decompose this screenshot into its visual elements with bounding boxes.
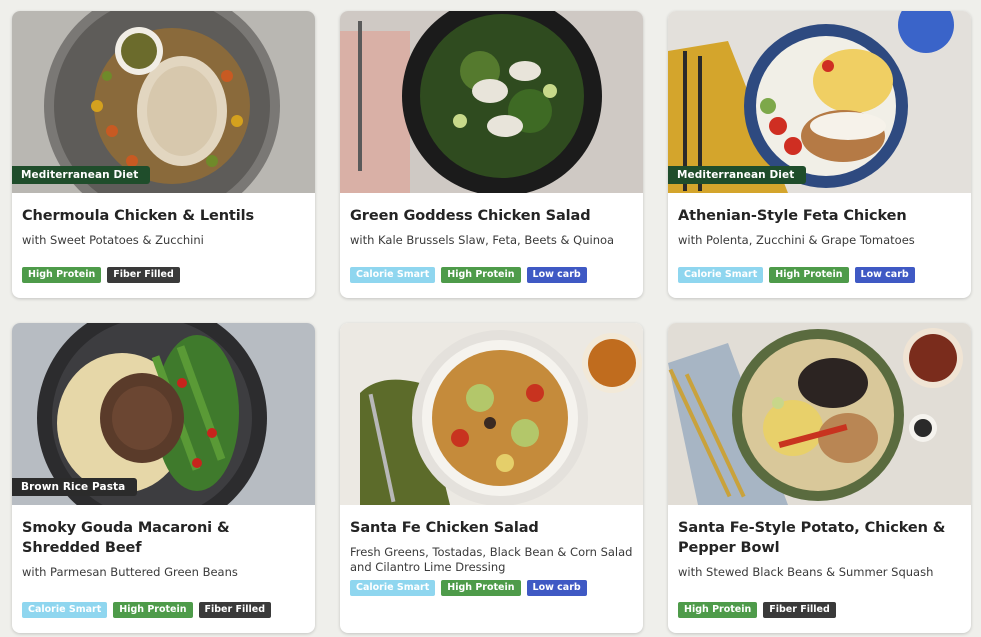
meal-photo[interactable]: Mediterranean Diet: [668, 11, 971, 193]
meal-grid: Mediterranean Diet Chermoula Chicken & L…: [12, 11, 971, 633]
badge-calorie-smart: Calorie Smart: [678, 267, 764, 283]
badge-high-protein: High Protein: [113, 602, 193, 618]
badge-list: Calorie Smart High Protein Low carb: [678, 267, 915, 283]
meal-photo[interactable]: [668, 323, 971, 505]
meal-subtitle: with Polenta, Zucchini & Grape Tomatoes: [678, 233, 915, 247]
meal-photo[interactable]: [340, 323, 643, 505]
meal-title[interactable]: Athenian-Style Feta Chicken: [678, 206, 961, 226]
badge-list: Calorie Smart High Protein Low carb: [350, 580, 587, 596]
badge-high-protein: High Protein: [441, 267, 521, 283]
meal-title[interactable]: Smoky Gouda Macaroni & Shredded Beef: [22, 518, 305, 558]
meal-title[interactable]: Green Goddess Chicken Salad: [350, 206, 633, 226]
meal-subtitle: with Kale Brussels Slaw, Feta, Beets & Q…: [350, 233, 615, 247]
badge-high-protein: High Protein: [22, 267, 102, 283]
meal-card-green-goddess-salad[interactable]: Green Goddess Chicken Salad with Kale Br…: [340, 11, 643, 298]
meal-card-chermoula-chicken[interactable]: Mediterranean Diet Chermoula Chicken & L…: [12, 11, 315, 298]
badge-fiber-filled: Fiber Filled: [198, 602, 271, 618]
diet-tag: Mediterranean Diet: [12, 166, 151, 184]
badge-low-carb: Low carb: [526, 267, 587, 283]
meal-title[interactable]: Santa Fe-Style Potato, Chicken & Pepper …: [678, 518, 961, 558]
badge-list: Calorie Smart High Protein Fiber Filled: [22, 602, 271, 618]
badge-calorie-smart: Calorie Smart: [350, 267, 436, 283]
meal-subtitle: Fresh Greens, Tostadas, Black Bean & Cor…: [350, 545, 633, 574]
meal-subtitle: with Sweet Potatoes & Zucchini: [22, 233, 204, 247]
badge-fiber-filled: Fiber Filled: [107, 267, 180, 283]
meal-photo-image: [668, 323, 971, 505]
meal-card-athenian-feta-chicken[interactable]: Mediterranean Diet Athenian-Style Feta C…: [668, 11, 971, 298]
badge-list: Calorie Smart High Protein Low carb: [350, 267, 587, 283]
badge-calorie-smart: Calorie Smart: [22, 602, 108, 618]
badge-low-carb: Low carb: [854, 267, 915, 283]
meal-photo[interactable]: [340, 11, 643, 193]
diet-tag: Brown Rice Pasta: [12, 478, 138, 496]
badge-low-carb: Low carb: [526, 580, 587, 596]
meal-photo-image: [340, 323, 643, 505]
meal-photo[interactable]: Mediterranean Diet: [12, 11, 315, 193]
badge-high-protein: High Protein: [769, 267, 849, 283]
badge-high-protein: High Protein: [678, 602, 758, 618]
meal-subtitle: with Stewed Black Beans & Summer Squash: [678, 565, 934, 579]
meal-card-smoky-gouda-macaroni[interactable]: Brown Rice Pasta Smoky Gouda Macaroni & …: [12, 323, 315, 633]
badge-high-protein: High Protein: [441, 580, 521, 596]
badge-calorie-smart: Calorie Smart: [350, 580, 436, 596]
diet-tag: Mediterranean Diet: [668, 166, 807, 184]
badge-fiber-filled: Fiber Filled: [763, 602, 836, 618]
meal-title[interactable]: Chermoula Chicken & Lentils: [22, 206, 305, 226]
meal-title[interactable]: Santa Fe Chicken Salad: [350, 518, 633, 538]
meal-card-santa-fe-potato-bowl[interactable]: Santa Fe-Style Potato, Chicken & Pepper …: [668, 323, 971, 633]
meal-photo[interactable]: Brown Rice Pasta: [12, 323, 315, 505]
meal-subtitle: with Parmesan Buttered Green Beans: [22, 565, 238, 579]
meal-photo-image: [340, 11, 643, 193]
badge-list: High Protein Fiber Filled: [22, 267, 180, 283]
badge-list: High Protein Fiber Filled: [678, 602, 836, 618]
meal-card-santa-fe-chicken-salad[interactable]: Santa Fe Chicken Salad Fresh Greens, Tos…: [340, 323, 643, 633]
